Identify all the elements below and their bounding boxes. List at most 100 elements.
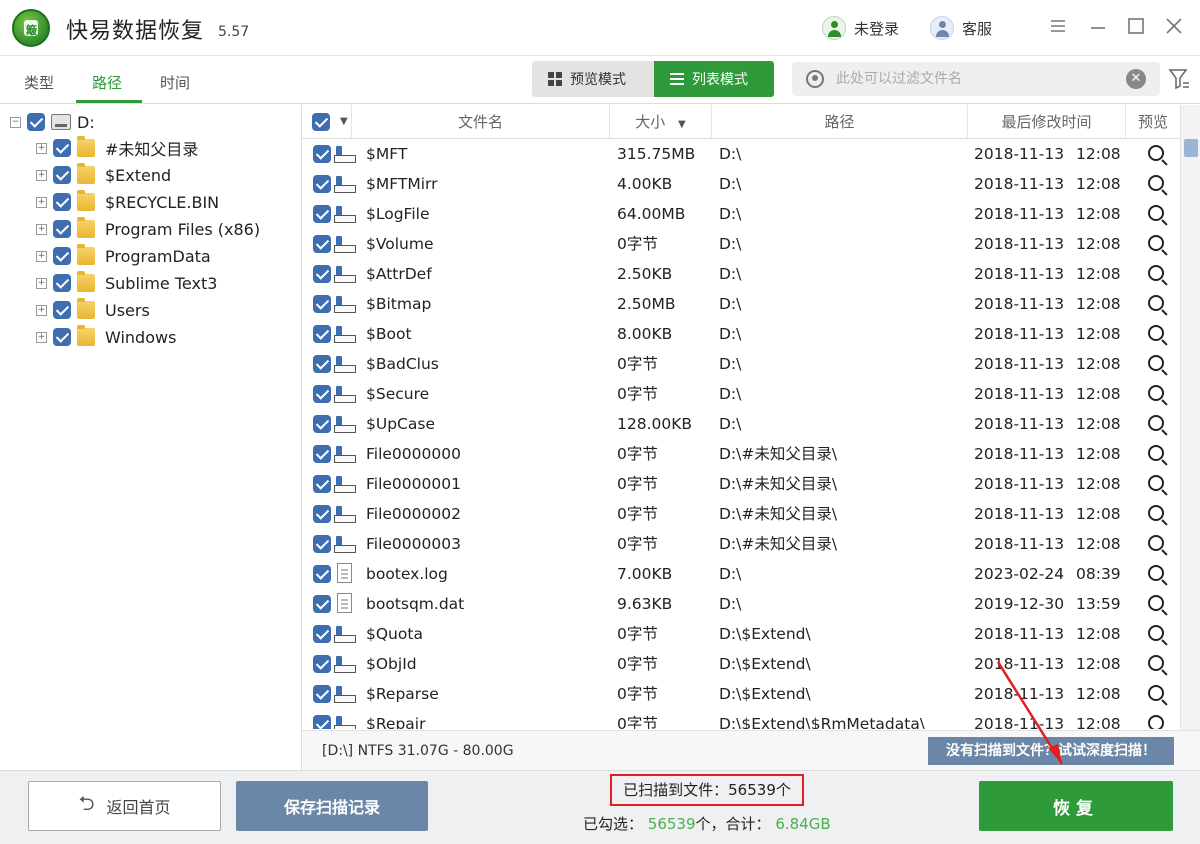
preview-icon[interactable]: [1148, 655, 1164, 671]
checkbox-checked-icon[interactable]: [313, 355, 331, 373]
checkbox-checked-icon[interactable]: [53, 166, 71, 184]
table-row[interactable]: $Quota 0字节 D:\$Extend\ 2018-11-13 12:08: [302, 619, 1180, 649]
preview-icon[interactable]: [1148, 595, 1164, 611]
login-button[interactable]: 未登录: [822, 14, 899, 42]
back-home-button[interactable]: ⮌ 返回首页: [28, 781, 221, 831]
menu-icon[interactable]: [1046, 16, 1070, 40]
table-row[interactable]: $Volume 0字节 D:\ 2018-11-13 12:08: [302, 229, 1180, 259]
checkbox-checked-icon[interactable]: [313, 385, 331, 403]
tree-item[interactable]: + $RECYCLE.BIN: [36, 189, 219, 215]
preview-icon[interactable]: [1148, 355, 1164, 371]
expand-icon[interactable]: +: [36, 331, 47, 343]
customer-service-button[interactable]: 客服: [930, 14, 992, 42]
table-row[interactable]: $Reparse 0字节 D:\$Extend\ 2018-11-13 12:0…: [302, 679, 1180, 709]
checkbox-checked-icon[interactable]: [313, 685, 331, 703]
checkbox-checked-icon[interactable]: [313, 175, 331, 193]
tree-item[interactable]: + Program Files (x86): [36, 216, 260, 242]
checkbox-checked-icon[interactable]: [313, 445, 331, 463]
expand-icon[interactable]: +: [36, 169, 47, 181]
checkbox-checked-icon[interactable]: [313, 565, 331, 583]
checkbox-checked-icon[interactable]: [313, 625, 331, 643]
list-mode-button[interactable]: 列表模式: [654, 61, 774, 97]
table-row[interactable]: File0000003 0字节 D:\#未知父目录\ 2018-11-13 12…: [302, 529, 1180, 559]
checkbox-checked-icon[interactable]: [53, 220, 71, 238]
checkbox-checked-icon[interactable]: [313, 475, 331, 493]
tree-item[interactable]: + Windows: [36, 324, 176, 350]
preview-icon[interactable]: [1148, 505, 1164, 521]
tab-time[interactable]: 时间: [160, 72, 190, 93]
collapse-icon[interactable]: −: [10, 116, 21, 128]
checkbox-checked-icon[interactable]: [313, 535, 331, 553]
tab-path[interactable]: 路径: [92, 72, 122, 93]
filter-funnel-icon[interactable]: [1168, 66, 1190, 92]
minimize-icon[interactable]: [1086, 16, 1110, 40]
preview-icon[interactable]: [1148, 205, 1164, 221]
table-row[interactable]: $MFT 315.75MB D:\ 2018-11-13 12:08: [302, 139, 1180, 169]
expand-icon[interactable]: +: [36, 304, 47, 316]
table-row[interactable]: File0000001 0字节 D:\#未知父目录\ 2018-11-13 12…: [302, 469, 1180, 499]
preview-icon[interactable]: [1148, 415, 1164, 431]
table-row[interactable]: $Repair 0字节 D:\$Extend\$RmMetadata\ 2018…: [302, 709, 1180, 729]
expand-icon[interactable]: +: [36, 223, 47, 235]
checkbox-checked-icon[interactable]: [313, 295, 331, 313]
preview-icon[interactable]: [1148, 475, 1164, 491]
table-row[interactable]: $MFTMirr 4.00KB D:\ 2018-11-13 12:08: [302, 169, 1180, 199]
preview-icon[interactable]: [1148, 325, 1164, 341]
checkbox-checked-icon[interactable]: [313, 235, 331, 253]
preview-icon[interactable]: [1148, 145, 1164, 161]
vertical-scrollbar[interactable]: [1180, 105, 1200, 730]
recover-button[interactable]: 恢复: [979, 781, 1173, 831]
scroll-thumb[interactable]: [1184, 139, 1198, 157]
table-row[interactable]: File0000002 0字节 D:\#未知父目录\ 2018-11-13 12…: [302, 499, 1180, 529]
table-row[interactable]: $Boot 8.00KB D:\ 2018-11-13 12:08: [302, 319, 1180, 349]
preview-icon[interactable]: [1148, 715, 1164, 729]
filter-input[interactable]: [836, 68, 1116, 90]
checkbox-checked-icon[interactable]: [313, 595, 331, 613]
column-header-name[interactable]: 文件名: [352, 105, 610, 139]
table-row[interactable]: $Secure 0字节 D:\ 2018-11-13 12:08: [302, 379, 1180, 409]
column-header-path[interactable]: 路径: [712, 105, 968, 139]
tree-item[interactable]: + Users: [36, 297, 150, 323]
checkbox-checked-icon[interactable]: [53, 328, 71, 346]
tab-type[interactable]: 类型: [24, 72, 54, 93]
select-all-checkbox[interactable]: ▼: [302, 105, 352, 139]
checkbox-checked-icon[interactable]: [53, 274, 71, 292]
table-row[interactable]: $BadClus 0字节 D:\ 2018-11-13 12:08: [302, 349, 1180, 379]
tree-item[interactable]: + Sublime Text3: [36, 270, 217, 296]
checkbox-checked-icon[interactable]: [313, 715, 331, 729]
checkbox-checked-icon[interactable]: [53, 301, 71, 319]
checkbox-checked-icon[interactable]: [313, 655, 331, 673]
preview-icon[interactable]: [1148, 565, 1164, 581]
preview-icon[interactable]: [1148, 535, 1164, 551]
expand-icon[interactable]: +: [36, 277, 47, 289]
column-header-modified[interactable]: 最后修改时间: [968, 105, 1126, 139]
maximize-icon[interactable]: [1124, 16, 1148, 40]
checkbox-checked-icon[interactable]: [312, 113, 330, 131]
checkbox-checked-icon[interactable]: [53, 247, 71, 265]
preview-icon[interactable]: [1148, 385, 1164, 401]
preview-icon[interactable]: [1148, 265, 1164, 281]
expand-icon[interactable]: +: [36, 196, 47, 208]
close-icon[interactable]: [1162, 16, 1186, 40]
deep-scan-button[interactable]: 没有扫描到文件？试试深度扫描！: [928, 737, 1174, 765]
table-row[interactable]: File0000000 0字节 D:\#未知父目录\ 2018-11-13 12…: [302, 439, 1180, 469]
expand-icon[interactable]: +: [36, 250, 47, 262]
chevron-down-icon[interactable]: ▼: [340, 105, 348, 139]
table-row[interactable]: bootex.log 7.00KB D:\ 2023-02-24 08:39: [302, 559, 1180, 589]
table-row[interactable]: $UpCase 128.00KB D:\ 2018-11-13 12:08: [302, 409, 1180, 439]
table-row[interactable]: $AttrDef 2.50KB D:\ 2018-11-13 12:08: [302, 259, 1180, 289]
checkbox-checked-icon[interactable]: [313, 265, 331, 283]
preview-icon[interactable]: [1148, 625, 1164, 641]
table-row[interactable]: bootsqm.dat 9.63KB D:\ 2019-12-30 13:59: [302, 589, 1180, 619]
preview-mode-button[interactable]: 预览模式: [532, 61, 654, 97]
checkbox-checked-icon[interactable]: [313, 325, 331, 343]
checkbox-checked-icon[interactable]: [313, 205, 331, 223]
table-row[interactable]: $Bitmap 2.50MB D:\ 2018-11-13 12:08: [302, 289, 1180, 319]
checkbox-checked-icon[interactable]: [53, 193, 71, 211]
column-header-size[interactable]: 大小 ▼: [610, 105, 712, 139]
table-row[interactable]: $LogFile 64.00MB D:\ 2018-11-13 12:08: [302, 199, 1180, 229]
tree-item[interactable]: + ProgramData: [36, 243, 211, 269]
checkbox-checked-icon[interactable]: [313, 415, 331, 433]
checkbox-checked-icon[interactable]: [27, 113, 45, 131]
preview-icon[interactable]: [1148, 175, 1164, 191]
